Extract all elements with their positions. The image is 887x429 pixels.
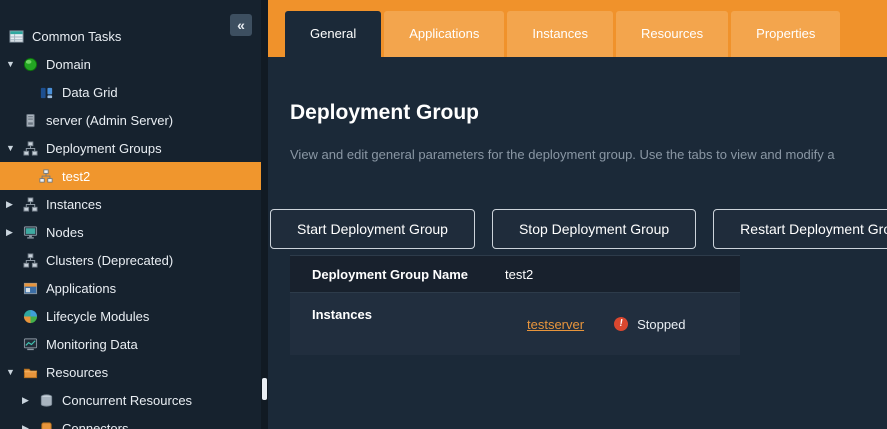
tab-general[interactable]: General [285,11,381,57]
sidebar-item-nodes[interactable]: ▶ Nodes [0,218,268,246]
sidebar-item-label: Connectors [62,421,128,429]
sidebar-item-server[interactable]: server (Admin Server) [0,106,268,134]
tab-properties[interactable]: Properties [731,11,840,57]
table-row: Instances testserver ! Stopped [290,293,740,355]
sidebar-item-label: Resources [46,365,108,380]
sidebar-item-label: Applications [46,281,116,296]
clusters-icon [22,252,38,268]
page-title: Deployment Group [290,101,887,125]
sidebar-item-label: Domain [46,57,91,72]
tab-resources[interactable]: Resources [616,11,728,57]
page-content: Deployment Group View and edit general p… [268,57,887,429]
tab-bar: General Applications Instances Resources… [268,0,887,57]
sidebar-scrollbar-thumb[interactable] [262,378,267,400]
sidebar-item-monitoring-data[interactable]: Monitoring Data [0,330,268,358]
sidebar-item-concurrent-resources[interactable]: ▶ Concurrent Resources [0,386,268,414]
lifecycle-modules-icon [22,308,38,324]
resources-folder-icon [22,364,38,380]
sidebar-item-lifecycle-modules[interactable]: Lifecycle Modules [0,302,268,330]
connectors-icon [38,420,54,429]
sidebar: « Common Tasks ▼ Domain [0,0,268,429]
sidebar-item-connectors[interactable]: ▶ Connectors [0,414,268,429]
chevron-right-icon[interactable]: ▶ [6,199,22,210]
sidebar-item-label: Monitoring Data [46,337,138,352]
app-window: « Common Tasks ▼ Domain [0,0,887,429]
action-button-row: Start Deployment Group Stop Deployment G… [270,209,887,249]
chevron-right-icon[interactable]: ▶ [22,423,38,429]
sidebar-item-label: Instances [46,197,102,212]
start-deployment-group-button[interactable]: Start Deployment Group [270,209,475,249]
sidebar-tree: Common Tasks ▼ Domain Data Grid [0,0,268,429]
instance-link[interactable]: testserver [527,317,584,332]
sidebar-scrollbar-track [261,0,268,429]
sidebar-item-deployment-groups[interactable]: ▼ Deployment Groups [0,134,268,162]
collapse-sidebar-icon: « [237,17,245,33]
chevron-down-icon[interactable]: ▼ [6,143,22,153]
chevron-down-icon[interactable]: ▼ [6,367,22,377]
monitoring-icon [22,336,38,352]
instances-label: Instances [290,293,505,355]
stopped-status-icon: ! [613,316,629,332]
concurrent-resources-icon [38,392,54,408]
data-grid-icon [38,84,54,100]
server-icon [22,112,38,128]
sidebar-item-label: Common Tasks [32,29,121,44]
sidebar-item-label: Clusters (Deprecated) [46,253,173,268]
tasks-grid-icon [8,28,24,44]
sidebar-item-instances[interactable]: ▶ Instances [0,190,268,218]
sidebar-item-label: Concurrent Resources [62,393,192,408]
restart-deployment-group-button[interactable]: Restart Deployment Group [713,209,887,249]
chevron-right-icon[interactable]: ▶ [6,227,22,238]
sidebar-collapse-button[interactable]: « [230,14,252,36]
deployment-groups-icon [22,140,38,156]
instance-icon [38,168,54,184]
tab-instances[interactable]: Instances [507,11,613,57]
nodes-icon [22,224,38,240]
sidebar-item-label: Deployment Groups [46,141,162,156]
stop-deployment-group-button[interactable]: Stop Deployment Group [492,209,696,249]
sidebar-item-clusters-deprecated[interactable]: Clusters (Deprecated) [0,246,268,274]
main-area: General Applications Instances Resources… [268,0,887,429]
status-text: Stopped [637,317,685,332]
tab-applications[interactable]: Applications [384,11,504,57]
sidebar-item-label: Nodes [46,225,84,240]
chevron-right-icon[interactable]: ▶ [22,395,38,406]
sidebar-item-applications[interactable]: Applications [0,274,268,302]
sidebar-item-data-grid[interactable]: Data Grid [0,78,268,106]
sidebar-item-label: test2 [62,169,90,184]
sidebar-item-test2[interactable]: test2 [0,162,268,190]
sidebar-item-resources[interactable]: ▼ Resources [0,358,268,386]
instance-status: ! Stopped [614,317,685,332]
page-description: View and edit general parameters for the… [290,147,887,162]
table-row: Deployment Group Name test2 [290,255,740,293]
deployment-group-name-value: test2 [505,267,533,282]
applications-icon [22,280,38,296]
sidebar-item-label: server (Admin Server) [46,113,173,128]
deployment-group-details: Deployment Group Name test2 Instances te… [290,255,740,355]
domain-globe-icon [22,56,38,72]
instances-icon [22,196,38,212]
sidebar-item-domain[interactable]: ▼ Domain [0,50,268,78]
deployment-group-name-label: Deployment Group Name [290,267,505,282]
chevron-down-icon[interactable]: ▼ [6,59,22,69]
sidebar-item-label: Lifecycle Modules [46,309,149,324]
sidebar-item-common-tasks[interactable]: Common Tasks [0,22,268,50]
sidebar-item-label: Data Grid [62,85,118,100]
